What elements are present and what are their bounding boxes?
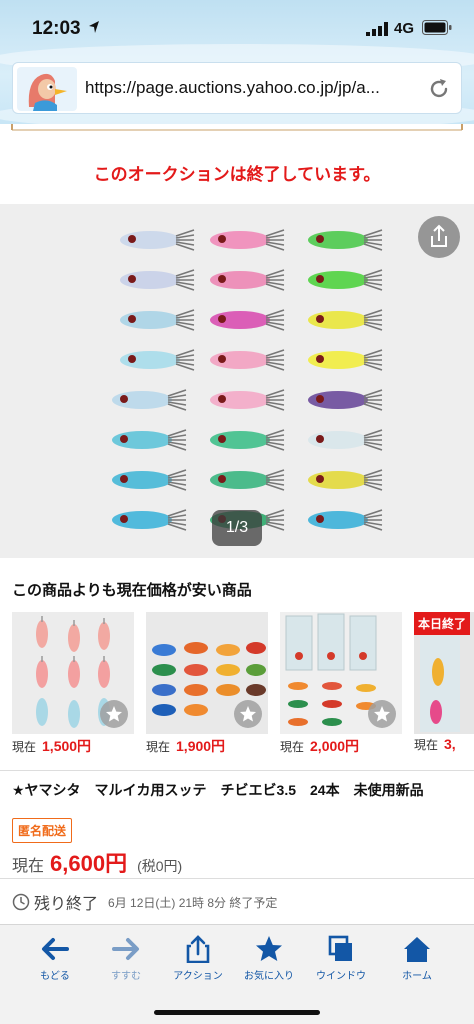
top-bar: 12:03 4G https://page.auctions.yahoo.co. xyxy=(0,0,474,124)
toolbar-label: お気に入り xyxy=(244,971,294,982)
share-icon xyxy=(186,935,210,963)
star-icon xyxy=(374,706,390,722)
url-text: https://page.auctions.yahoo.co.jp/jp/a..… xyxy=(85,78,380,97)
address-bar[interactable]: https://page.auctions.yahoo.co.jp/jp/a..… xyxy=(12,62,462,114)
star-icon xyxy=(256,936,282,961)
current-price: 現在 6,600円 (税0円) xyxy=(12,846,182,878)
toolbar-label: もどる xyxy=(40,971,70,982)
price-label: 現在 xyxy=(280,740,305,754)
clock-icon xyxy=(12,893,30,911)
watch-star-button[interactable] xyxy=(100,700,128,728)
watch-star-button[interactable] xyxy=(368,700,396,728)
price-label: 現在 xyxy=(414,738,439,752)
toolbar-back-button[interactable]: もどる xyxy=(20,935,90,995)
product-image[interactable] xyxy=(0,204,474,558)
cheaper-item-price: 現在 1,900円 xyxy=(146,736,225,756)
reload-icon[interactable] xyxy=(427,77,451,101)
divider xyxy=(0,878,474,879)
price-label: 現在 xyxy=(146,740,171,754)
toolbar-action-button[interactable]: アクション xyxy=(163,935,233,995)
toolbar-label: ウインドウ xyxy=(316,971,366,982)
star-icon xyxy=(106,706,122,722)
price-value: 1,900円 xyxy=(176,738,226,754)
end-time: 6月 12日(土) 21時 8分 終了予定 xyxy=(108,895,278,910)
site-logo-icon xyxy=(17,67,77,111)
location-arrow-icon xyxy=(89,21,99,33)
watch-star-button[interactable] xyxy=(234,700,262,728)
page-top-edge xyxy=(11,124,463,131)
toolbar-label: ホーム xyxy=(402,971,432,982)
toolbar-windows-button[interactable]: ウインドウ xyxy=(306,935,376,995)
price-value: 3, xyxy=(444,736,456,752)
anonymous-shipping-badge: 匿名配送 xyxy=(12,818,73,843)
remaining-label: 残り終了 xyxy=(34,896,99,913)
cheaper-items-carousel[interactable]: 現在 1,500円 現在 1,900円 現在 2,000円 本日終了 現在 3, xyxy=(12,612,474,756)
share-button[interactable] xyxy=(418,216,460,258)
signal-icon xyxy=(366,22,388,36)
network-type: 4G xyxy=(394,20,415,37)
price-value: 1,500円 xyxy=(42,738,92,754)
time-remaining: 残り終了 6月 12日(土) 21時 8分 終了予定 xyxy=(12,890,277,914)
image-counter: 1/3 xyxy=(212,510,262,546)
cheaper-item-price: 現在 3, xyxy=(414,736,456,753)
lures-photo xyxy=(112,229,383,531)
status-bar: 12:03 4G xyxy=(0,0,474,58)
cheaper-item-price: 現在 1,500円 xyxy=(12,736,91,756)
auction-ended-notice: このオークションは終了しています。 xyxy=(93,165,381,184)
back-arrow-icon xyxy=(42,938,69,960)
bottom-toolbar: もどる すすむ アクション お気に入り ウインドウ ホーム xyxy=(0,924,474,1024)
home-indicator xyxy=(154,1010,320,1015)
status-time: 12:03 xyxy=(32,18,81,39)
toolbar-label: アクション xyxy=(173,971,223,982)
star-icon xyxy=(240,706,256,722)
forward-arrow-icon xyxy=(112,938,139,960)
price-label: 現在 xyxy=(12,858,45,875)
price-label: 現在 xyxy=(12,740,37,754)
section-title: この商品よりも現在価格が安い商品 xyxy=(12,582,252,599)
divider xyxy=(0,770,474,771)
toolbar-home-button[interactable]: ホーム xyxy=(382,935,452,995)
toolbar-label: すすむ xyxy=(111,971,141,982)
battery-icon xyxy=(422,20,452,35)
share-icon xyxy=(431,224,447,247)
toolbar-favorite-button[interactable]: お気に入り xyxy=(234,935,304,995)
price-value: 2,000円 xyxy=(310,738,360,754)
toolbar-forward-button[interactable]: すすむ xyxy=(91,935,161,995)
home-icon xyxy=(404,937,430,962)
tax-text: (税0円) xyxy=(137,858,183,874)
price-value: 6,600円 xyxy=(50,851,128,876)
ending-today-badge: 本日終了 xyxy=(414,612,471,635)
item-title: ★ヤマシタ マルイカ用スッテ チビエビ3.5 24本 未使用新品 xyxy=(12,782,424,798)
windows-icon xyxy=(328,935,352,961)
cheaper-item-price: 現在 2,000円 xyxy=(280,736,359,756)
